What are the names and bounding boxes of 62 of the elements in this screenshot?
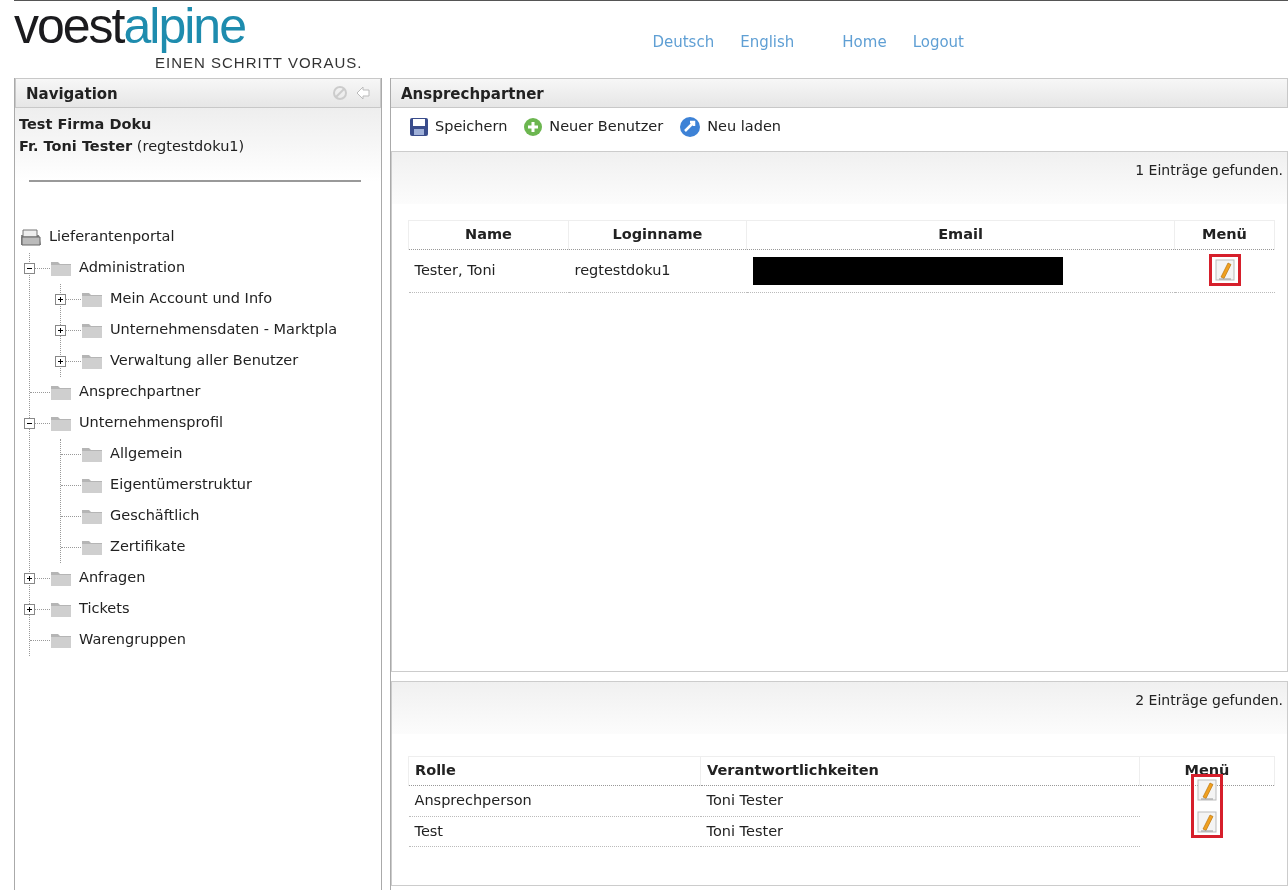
column-header: Name [408, 220, 569, 250]
tree-item[interactable]: Geschäftlich [110, 505, 200, 527]
table-cell: Ansprechperson [408, 785, 701, 816]
company-name: Test Firma Doku [19, 115, 153, 134]
table-cell: regtestdoku1 [568, 249, 747, 292]
folder-icon [50, 383, 72, 401]
tree-item[interactable]: Verwaltung aller Benutzer [110, 350, 299, 372]
folder-icon [50, 259, 72, 277]
folder-icon [50, 631, 72, 649]
collapse-toggle-icon[interactable] [24, 417, 35, 429]
edit-icon[interactable] [1197, 778, 1217, 801]
plus-circle-icon [523, 117, 544, 137]
folder-icon [81, 321, 103, 339]
column-header: Rolle [408, 756, 701, 786]
folder-icon [50, 600, 72, 618]
portal-icon [19, 227, 43, 247]
folder-icon [50, 414, 72, 432]
tree-item[interactable]: Warengruppen [79, 629, 186, 651]
tree-item[interactable]: Mein Account und Info [110, 288, 273, 310]
result-count: 1 Einträge gefunden. [1135, 162, 1283, 178]
tree-item[interactable]: Ansprechpartner [79, 381, 201, 403]
tree-item[interactable]: Unternehmensprofil [79, 412, 224, 434]
column-header: Email [746, 220, 1175, 250]
expand-toggle-icon[interactable] [55, 324, 66, 336]
tree-item[interactable]: Administration [79, 257, 186, 279]
toolbar-button[interactable]: Speichern [409, 116, 508, 138]
folder-icon [81, 538, 103, 556]
tree-item[interactable]: Eigentümerstruktur [110, 474, 252, 496]
expand-toggle-icon[interactable] [55, 355, 66, 367]
table-cell: Test [408, 816, 701, 847]
folder-icon [81, 445, 103, 463]
panel-title: Ansprechpartner [401, 85, 544, 103]
folder-icon [50, 569, 72, 587]
panel-title: Navigation [26, 84, 118, 103]
folder-icon [81, 476, 103, 494]
user-name: Fr. Toni Tester (regtestdoku1) [19, 136, 246, 156]
tree-item[interactable]: Allgemein [110, 443, 183, 465]
tree-item[interactable]: Zertifikate [110, 536, 186, 558]
expand-toggle-icon[interactable] [24, 572, 35, 584]
tree-item[interactable]: Tickets [79, 598, 130, 620]
collapse-toggle-icon[interactable] [24, 262, 35, 274]
table-cell: Tester, Toni [408, 249, 569, 292]
edit-icon[interactable] [1197, 810, 1217, 833]
column-header: Verantwortlichkeiten [700, 756, 1140, 786]
folder-icon [81, 290, 103, 308]
result-count: 2 Einträge gefunden. [1135, 692, 1283, 708]
table-cell: Toni Tester [700, 785, 1140, 816]
logo-tagline: EINEN SCHRITT VORAUS. [155, 55, 363, 70]
tree-item[interactable]: Anfragen [79, 567, 146, 589]
tree-item[interactable]: Unternehmensdaten - Marktpla [110, 319, 338, 341]
expand-toggle-icon[interactable] [24, 603, 35, 615]
folder-icon [81, 507, 103, 525]
table-cell: Toni Tester [700, 816, 1140, 847]
logo-wordmark: voestalpine [14, 1, 246, 51]
column-header: Menü [1174, 220, 1275, 250]
folder-icon [81, 352, 103, 370]
column-header: Loginname [568, 220, 747, 250]
edit-icon[interactable] [1214, 258, 1235, 281]
toolbar-button[interactable]: Neuer Benutzer [523, 116, 664, 138]
expand-toggle-icon[interactable] [55, 293, 66, 305]
tree-item[interactable]: Lieferantenportal [49, 226, 175, 248]
toolbar-button[interactable]: Neu laden [679, 116, 782, 138]
